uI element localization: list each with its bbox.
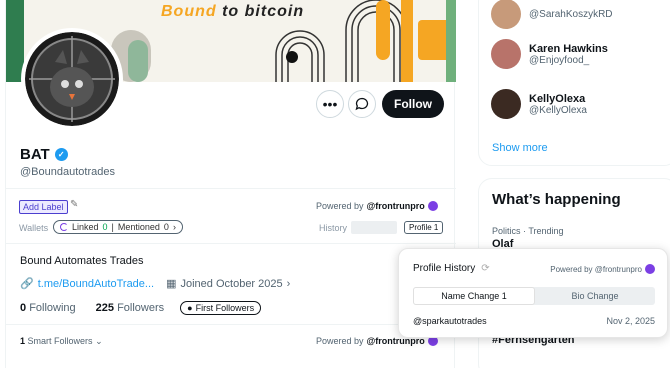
joined-date: ▦ Joined October 2025 › [166, 277, 291, 291]
refresh-icon[interactable]: ⟳ [481, 263, 489, 274]
popup-title: Profile History ⟳ [413, 263, 490, 274]
followers-link[interactable]: 225 Followers [96, 302, 165, 314]
message-icon [355, 97, 369, 111]
calendar-icon: ▦ [166, 278, 177, 290]
follow-stats: 0 Following 225 Followers ● First Follow… [20, 301, 262, 315]
profile-avatar[interactable] [21, 28, 123, 130]
suggested-user[interactable]: @SarahKoszykRD [491, 0, 613, 29]
popup-tabs: Name Change 1 Bio Change [413, 287, 655, 305]
profile-link[interactable]: 🔗 t.me/BoundAutoTrade... [20, 277, 154, 291]
user-handle: @SarahKoszykRD [529, 8, 613, 20]
tab-bio-change[interactable]: Bio Change [535, 287, 655, 305]
user-handle: @Enjoyfood_ [529, 54, 590, 66]
more-options-button[interactable]: ••• [316, 90, 344, 118]
who-to-follow-card: @SarahKoszykRD Karen Hawkins @Enjoyfood_… [478, 0, 670, 166]
verified-icon: ✓ [54, 148, 68, 161]
link-icon: 🔗 [20, 278, 34, 290]
divider [6, 188, 456, 189]
profile-handle: @Boundautotrades [20, 166, 115, 178]
page: Bound to bitcoin ••• Follow BAT ✓ @Bound… [0, 0, 670, 368]
profile-history-tag[interactable]: Profile 1 [404, 221, 444, 234]
suggested-user[interactable]: Karen Hawkins @Enjoyfood_ [491, 39, 608, 69]
frontrun-logo-icon: ● [187, 303, 193, 313]
history-entry-date: Nov 2, 2025 [606, 316, 655, 326]
smart-followers[interactable]: 1 Smart Followers ⌄ [20, 336, 103, 347]
wallets-label: Wallets [19, 223, 49, 233]
profile-bio: Bound Automates Trades [20, 255, 144, 267]
avatar [491, 0, 521, 29]
divider [6, 243, 456, 244]
user-name: KellyOlexa [529, 92, 586, 105]
loading-icon [60, 223, 68, 231]
message-button[interactable] [348, 90, 376, 118]
frontrun-logo-icon [427, 201, 438, 211]
chevron-right-icon[interactable]: › [287, 278, 291, 290]
history-label: History [319, 223, 348, 233]
add-label-button[interactable]: Add Label [19, 200, 68, 214]
profile-meta: 🔗 t.me/BoundAutoTrade... ▦ Joined Octobe… [20, 277, 291, 291]
popup-powered: Powered by @frontrunpro [550, 264, 655, 274]
user-handle: @KellyOlexa [529, 104, 587, 116]
trend-category: Politics · Trending [492, 226, 564, 236]
avatar [491, 89, 521, 119]
avatar [491, 39, 521, 69]
user-name: Karen Hawkins [529, 42, 608, 55]
following-link[interactable]: 0 Following [20, 302, 76, 314]
follow-button[interactable]: Follow [382, 90, 444, 118]
divider [6, 324, 456, 325]
history-entry-handle: @sparkautotrades [413, 316, 487, 326]
trends-title: What’s happening [492, 191, 621, 208]
frontrun-powered: Powered by @frontrunpro [316, 201, 438, 211]
more-icon: ••• [322, 96, 338, 112]
history-bar [351, 221, 397, 234]
profile-column: Bound to bitcoin ••• Follow BAT ✓ @Bound… [5, 0, 456, 368]
chevron-down-icon: ⌄ [95, 336, 103, 346]
profile-history-popup: Profile History ⟳ Powered by @frontrunpr… [398, 248, 668, 338]
suggested-user[interactable]: KellyOlexa @KellyOlexa [491, 89, 587, 119]
tab-name-change[interactable]: Name Change 1 [413, 287, 535, 305]
show-more-link[interactable]: Show more [492, 142, 548, 154]
profile-name-row: BAT ✓ [20, 146, 68, 163]
pencil-icon[interactable]: ✎ [70, 199, 78, 210]
first-followers-button[interactable]: ● First Followers [180, 301, 262, 315]
profile-name: BAT [20, 146, 50, 163]
wallets-pill[interactable]: Linked 0 | Mentioned 0 › [53, 220, 183, 234]
chevron-right-icon: › [172, 222, 176, 232]
frontrun-logo-icon [645, 264, 655, 274]
